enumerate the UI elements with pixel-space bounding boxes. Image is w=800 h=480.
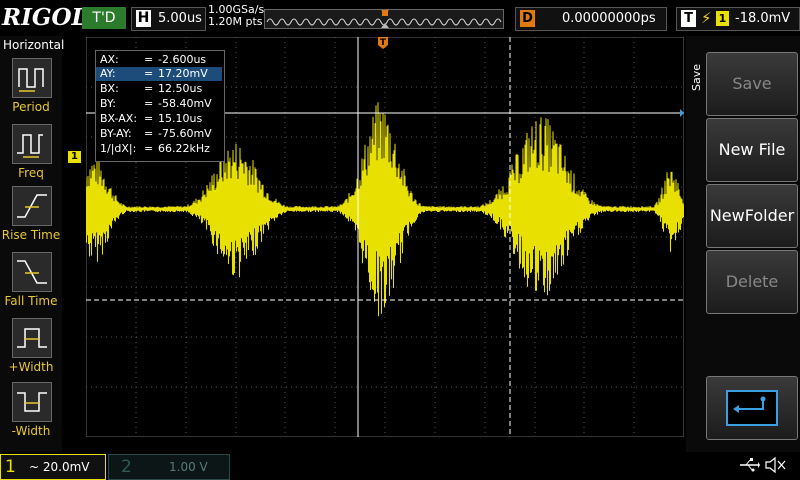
period-icon <box>12 58 52 98</box>
sample-info: 1.00GSa/s 1.20M pts <box>208 4 264 28</box>
horizontal-label: H <box>136 10 151 27</box>
delete-button[interactable]: Delete <box>706 250 798 314</box>
return-arrow-icon <box>726 390 778 426</box>
measure-neg-width-button[interactable]: -Width <box>0 382 62 444</box>
measure-pos-width-button[interactable]: +Width <box>0 318 62 380</box>
delay-value: 0.00000000ps <box>562 11 656 26</box>
measure-row-selected: AY: = 17.20mV <box>96 67 222 81</box>
channel-2-scale: 1.00 V <box>169 460 208 474</box>
measure-row: BX-AX: = 15.10us <box>100 112 203 125</box>
channel-1-offset-marker[interactable]: 1 <box>68 151 81 163</box>
measure-row: BY: = -58.40mV <box>100 97 212 110</box>
back-button[interactable] <box>706 376 798 440</box>
measure-row: 1/|dX|: = 66.22kHz <box>100 142 210 155</box>
trigger-position-label: T <box>379 38 387 48</box>
fall-time-label: Fall Time <box>4 294 58 308</box>
channel-1-number: 1 <box>5 457 16 477</box>
new-folder-button[interactable]: NewFolder <box>706 184 798 248</box>
neg-width-label: -Width <box>11 424 51 438</box>
speaker-mute-icon[interactable] <box>764 455 788 475</box>
top-status-bar: RIGOL T'D H 5.00us 1.00GSa/s 1.20M pts D… <box>0 0 800 36</box>
pos-width-label: +Width <box>8 360 54 374</box>
brand-logo: RIGOL <box>2 4 88 31</box>
rise-time-label: Rise Time <box>1 228 61 242</box>
measure-fall-time-button[interactable]: Fall Time <box>0 252 62 314</box>
measure-rise-time-button[interactable]: Rise Time <box>0 186 62 248</box>
channel-2-number: 2 <box>121 457 132 477</box>
trigger-source: 1 <box>716 11 729 26</box>
measure-row: BX: = 12.50us <box>100 82 203 95</box>
trigger-level: -18.0mV <box>735 11 791 26</box>
waveform-overview-bar[interactable] <box>264 9 504 29</box>
new-file-button[interactable]: New File <box>706 118 798 182</box>
memory-depth: 1.20M pts <box>208 15 263 28</box>
timebase-indicator[interactable]: H 5.00us <box>131 7 206 31</box>
neg-width-icon <box>12 382 52 422</box>
measure-freq-button[interactable]: Freq <box>0 124 62 186</box>
menu-title: Save <box>690 64 703 92</box>
cursor-measurement-box: AX: = -2.600us AY: = 17.20mV BX: = 12.50us BY:… <box>95 50 225 162</box>
usb-icon <box>738 456 760 474</box>
rising-edge-icon: ⚡ <box>701 9 712 27</box>
overview-waveform-icon <box>265 10 503 28</box>
fall-time-icon <box>12 252 52 292</box>
measure-row: AX: = -2.600us <box>100 53 207 66</box>
channel-2-indicator[interactable]: 2 1.00 V <box>108 454 230 480</box>
channel-1-scale: ~ 20.0mV <box>29 460 90 474</box>
period-label: Period <box>12 100 50 114</box>
freq-icon <box>12 124 52 164</box>
channel-1-indicator[interactable]: 1 ~ 20.0mV <box>0 454 106 480</box>
trigger-label: T <box>681 10 696 27</box>
panel-title: Horizontal <box>3 38 65 52</box>
horizontal-measure-panel: Horizontal Period Freq Rise Time Fall Ti… <box>0 36 65 452</box>
trigger-indicator[interactable]: T ⚡ 1 -18.0mV <box>676 7 800 31</box>
freq-label: Freq <box>18 166 44 180</box>
trigger-status-badge: T'D <box>82 7 126 29</box>
delay-indicator[interactable]: D 0.00000000ps <box>515 7 667 31</box>
measure-row: BY-AY: = -75.60mV <box>100 127 212 140</box>
delay-label: D <box>520 10 535 27</box>
rise-time-icon <box>12 186 52 226</box>
measure-period-button[interactable]: Period <box>0 58 62 120</box>
save-menu-panel: Save Save New File NewFolder Delete <box>686 36 800 452</box>
save-button[interactable]: Save <box>706 52 798 116</box>
timebase-value: 5.00us <box>158 11 202 26</box>
pos-width-icon <box>12 318 52 358</box>
